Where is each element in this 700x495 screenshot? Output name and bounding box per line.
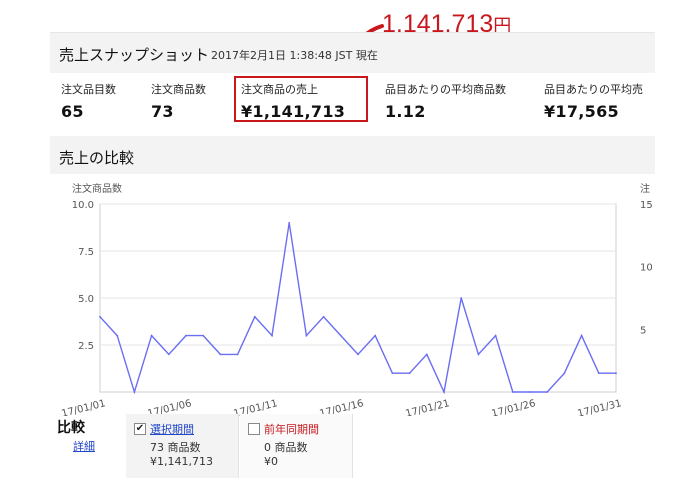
data-point [494, 334, 497, 337]
data-point [167, 353, 170, 356]
data-point [202, 334, 205, 337]
selected-period-units: 73 商品数 [150, 441, 201, 454]
y-axis-title: 注文商品数 [72, 182, 122, 195]
metric-label: 品目あたりの平均商品数 [385, 83, 506, 96]
data-point [443, 391, 445, 393]
data-point [339, 334, 342, 337]
metric-units-ordered: 注文商品数 73 [151, 81, 206, 121]
y-right-axis-title: 注 [640, 182, 650, 195]
data-point [374, 334, 377, 337]
data-point [357, 353, 359, 356]
selected-period-checkbox[interactable]: ✔ [134, 423, 146, 435]
data-point [529, 391, 531, 393]
y-right-tick-label: 10 [640, 263, 653, 274]
y-tick-label: 10.0 [72, 200, 94, 211]
snapshot-title: 売上スナップショット [59, 46, 210, 64]
data-point [288, 221, 291, 224]
y-tick-label: 5.0 [78, 294, 94, 305]
metric-avg-sales-per-item: 品目あたりの平均売 ¥17,565 [544, 81, 643, 121]
metric-label: 注文商品数 [151, 83, 206, 96]
data-point [305, 334, 308, 337]
data-point [546, 391, 549, 393]
data-point [563, 372, 566, 375]
data-point [408, 372, 411, 375]
comparison-title: 売上の比較 [59, 149, 135, 167]
data-point [425, 353, 428, 356]
data-point [219, 353, 222, 356]
data-point [322, 315, 325, 318]
data-point [185, 334, 187, 337]
data-point [391, 372, 394, 375]
snapshot-header: 売上スナップショット 2017年2月1日 1:38:48 JST 現在 [50, 33, 655, 73]
data-point [133, 391, 136, 393]
previous-year-sales: ¥0 [264, 455, 278, 468]
data-point [99, 315, 101, 318]
units-line-chart: 10.07.55.02.515105注文商品数 注17/01/01 17/01/06… [60, 182, 653, 416]
data-point [580, 334, 583, 337]
data-point [116, 334, 119, 337]
data-point [615, 372, 617, 375]
metric-value: 1.12 [385, 102, 426, 121]
data-point [477, 353, 480, 356]
data-point [236, 353, 239, 356]
comparison-legend: 比較 詳細 ✔ 選択期間 73 商品数 ¥1,141,713 前年同期間 0 商… [50, 412, 655, 482]
data-point [253, 315, 256, 318]
comparison-label: 比較 [57, 420, 85, 436]
metric-avg-units-per-item: 品目あたりの平均商品数 1.12 [385, 81, 506, 121]
data-point [597, 372, 600, 375]
y-tick-label: 7.5 [78, 247, 94, 258]
legend-previous-year: 前年同期間 0 商品数 ¥0 [240, 414, 353, 478]
legend-selected-period: ✔ 選択期間 73 商品数 ¥1,141,713 [126, 414, 239, 478]
data-point [271, 334, 273, 337]
y-right-tick-label: 15 [640, 200, 653, 211]
data-point [511, 391, 514, 393]
y-right-tick-label: 5 [640, 325, 646, 336]
metric-value: 73 [151, 102, 174, 121]
ordered-sales-highlight [234, 76, 368, 122]
previous-year-checkbox[interactable] [248, 423, 260, 435]
previous-year-name[interactable]: 前年同期間 [264, 421, 319, 437]
selected-period-sales: ¥1,141,713 [150, 455, 213, 468]
data-point [150, 334, 153, 337]
selected-period-name[interactable]: 選択期間 [150, 421, 194, 437]
metric-value: 65 [61, 102, 84, 121]
metric-label: 注文品目数 [61, 83, 116, 96]
details-link[interactable]: 詳細 [73, 438, 95, 454]
metric-label: 品目あたりの平均売 [544, 83, 643, 96]
y-tick-label: 2.5 [78, 341, 94, 352]
comparison-header: 売上の比較 [50, 136, 655, 174]
snapshot-timestamp: 2017年2月1日 1:38:48 JST 現在 [211, 49, 378, 62]
metric-value: ¥17,565 [544, 102, 619, 121]
previous-year-units: 0 商品数 [264, 441, 308, 454]
metric-order-items: 注文品目数 65 [61, 81, 116, 121]
data-point [460, 297, 463, 299]
